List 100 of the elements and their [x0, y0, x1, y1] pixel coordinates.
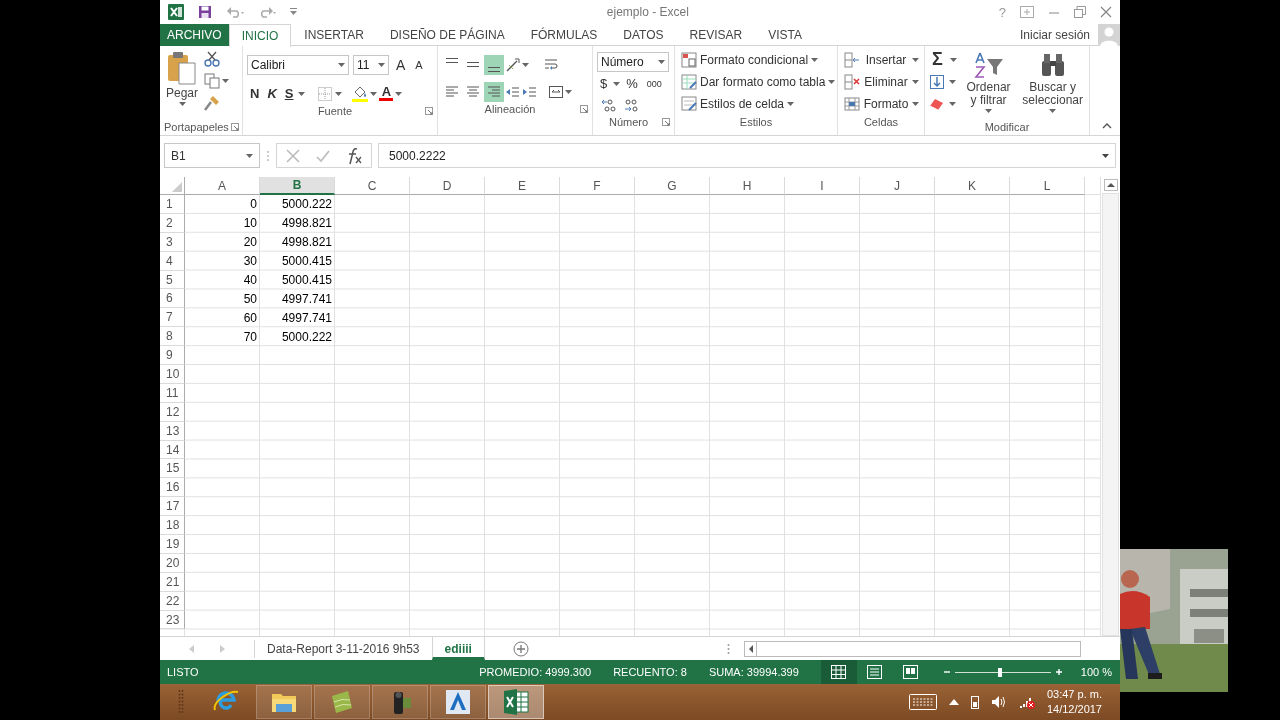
column-header[interactable]: F — [560, 177, 635, 195]
increase-decimal-icon[interactable] — [601, 97, 617, 112]
speaker-icon[interactable] — [990, 695, 1007, 709]
find-select-button[interactable]: Buscar y seleccionar — [1020, 49, 1085, 119]
orientation-icon[interactable] — [505, 56, 521, 73]
copy-icon[interactable] — [204, 73, 221, 89]
caret-icon[interactable] — [178, 102, 186, 106]
merge-cells-icon[interactable] — [548, 83, 564, 100]
bottom-align-button[interactable] — [484, 54, 504, 75]
row-header[interactable]: 10 — [160, 365, 185, 384]
battery-icon[interactable] — [970, 695, 979, 709]
row-header[interactable]: 8 — [160, 327, 185, 347]
caret-icon[interactable] — [985, 109, 993, 113]
zoom-out-icon[interactable] — [942, 668, 951, 676]
caret-icon[interactable] — [613, 81, 621, 86]
caret-icon[interactable] — [1049, 109, 1057, 113]
caret-icon[interactable] — [565, 89, 572, 94]
caret-icon[interactable] — [912, 102, 919, 106]
caret-icon[interactable] — [949, 101, 956, 106]
column-header[interactable]: L — [1010, 177, 1085, 195]
row-header[interactable]: 15 — [160, 459, 185, 479]
zoom-slider-thumb[interactable] — [997, 668, 1002, 677]
styles-menu-item[interactable]: Dar formato como tabla — [679, 72, 833, 92]
show-hidden-icon[interactable] — [948, 699, 959, 705]
save-icon[interactable] — [198, 5, 212, 19]
dialog-launcher-icon[interactable] — [230, 123, 239, 131]
sheet-tab[interactable]: Data-Report 3-11-2016 9h53 — [255, 637, 432, 660]
fill-down-icon[interactable] — [929, 73, 945, 90]
column-header[interactable]: H — [710, 177, 785, 195]
caret-icon[interactable] — [298, 91, 306, 96]
currency-button[interactable]: $ — [597, 75, 611, 92]
styles-menu-item[interactable]: Estilos de celda — [679, 94, 833, 114]
caret-icon[interactable] — [395, 91, 403, 96]
network-error-icon[interactable] — [1018, 695, 1035, 709]
taskbar-clock[interactable]: 03:47 p. m. 14/12/2017 — [1046, 687, 1102, 717]
taskbar-app-button[interactable] — [314, 685, 370, 719]
row-header[interactable]: 9 — [160, 346, 185, 365]
caret-icon[interactable] — [828, 80, 836, 84]
ribbon-tab[interactable]: INSERTAR — [291, 23, 377, 46]
row-header[interactable]: 7 — [160, 308, 185, 328]
grow-font-button[interactable]: A — [393, 55, 409, 74]
taskbar-app-button[interactable] — [372, 685, 428, 719]
caret-icon[interactable] — [787, 102, 795, 106]
row-header[interactable]: 16 — [160, 478, 185, 498]
caret-icon[interactable] — [246, 153, 253, 158]
caret-icon[interactable] — [335, 91, 343, 96]
dialog-launcher-icon[interactable] — [425, 107, 433, 115]
underline-button[interactable]: S — [281, 85, 297, 102]
ribbon-tab[interactable]: REVISAR — [676, 23, 756, 46]
caret-icon[interactable] — [912, 58, 919, 62]
caret-icon[interactable] — [811, 58, 819, 62]
font-color-button[interactable]: A — [379, 86, 394, 101]
bold-button[interactable]: N — [247, 85, 263, 102]
eraser-icon[interactable] — [929, 96, 945, 111]
taskbar-app-button[interactable] — [488, 685, 544, 719]
row-header[interactable]: 19 — [160, 535, 185, 554]
percent-button[interactable]: % — [623, 75, 641, 92]
column-header[interactable]: E — [485, 177, 560, 195]
column-header[interactable]: G — [635, 177, 710, 195]
column-header[interactable]: D — [410, 177, 485, 195]
close-icon[interactable] — [1100, 6, 1112, 18]
name-box[interactable]: B1 — [164, 143, 260, 168]
horizontal-scrollbar[interactable] — [743, 640, 1081, 657]
thousands-button[interactable]: 000 — [643, 77, 665, 90]
column-header[interactable]: A — [185, 177, 260, 195]
caret-icon[interactable] — [949, 57, 957, 62]
add-sheet-icon[interactable] — [512, 640, 529, 657]
font-name-field[interactable]: Calibri — [247, 54, 349, 75]
formula-field[interactable]: 5000.2222 — [378, 143, 1116, 168]
shrink-font-button[interactable]: A — [412, 57, 426, 72]
format-painter-icon[interactable] — [204, 95, 221, 111]
caret-icon[interactable] — [522, 62, 529, 67]
customize-icon[interactable] — [290, 8, 297, 16]
normal-view-button[interactable] — [820, 660, 857, 684]
column-header[interactable]: C — [335, 177, 410, 195]
row-header[interactable]: 18 — [160, 516, 185, 536]
ribbon-tab[interactable]: INICIO — [228, 23, 292, 47]
column-header[interactable]: B — [260, 177, 335, 195]
ribbon-tab[interactable]: FÓRMULAS — [517, 23, 611, 46]
paste-button[interactable]: Pegar — [164, 49, 201, 119]
ribbon-tab[interactable]: VISTA — [755, 23, 816, 46]
column-header[interactable]: I — [785, 177, 860, 195]
keyboard-icon[interactable] — [908, 694, 937, 710]
decrease-decimal-icon[interactable] — [623, 97, 639, 112]
align-right-button[interactable] — [484, 81, 504, 102]
cells-menu-item[interactable]: Eliminar — [842, 72, 920, 92]
caret-icon[interactable] — [1102, 153, 1109, 158]
row-header[interactable]: 17 — [160, 497, 185, 517]
styles-menu-item[interactable]: Formato condicional — [679, 50, 833, 70]
number-format-field[interactable]: Número — [597, 52, 669, 72]
fill-color-icon[interactable] — [352, 85, 369, 102]
file-tab[interactable]: ARCHIVO — [160, 23, 229, 46]
column-header[interactable]: J — [860, 177, 935, 195]
dialog-launcher-icon[interactable] — [580, 105, 588, 113]
caret-icon[interactable] — [338, 62, 345, 67]
ribbon-tab[interactable]: DATOS — [610, 23, 677, 46]
zoom-in-icon[interactable] — [1054, 668, 1063, 676]
caret-icon[interactable] — [949, 79, 956, 84]
font-size-field[interactable]: 11 — [353, 54, 389, 75]
sign-in-link[interactable]: Iniciar sesión — [1019, 27, 1090, 42]
